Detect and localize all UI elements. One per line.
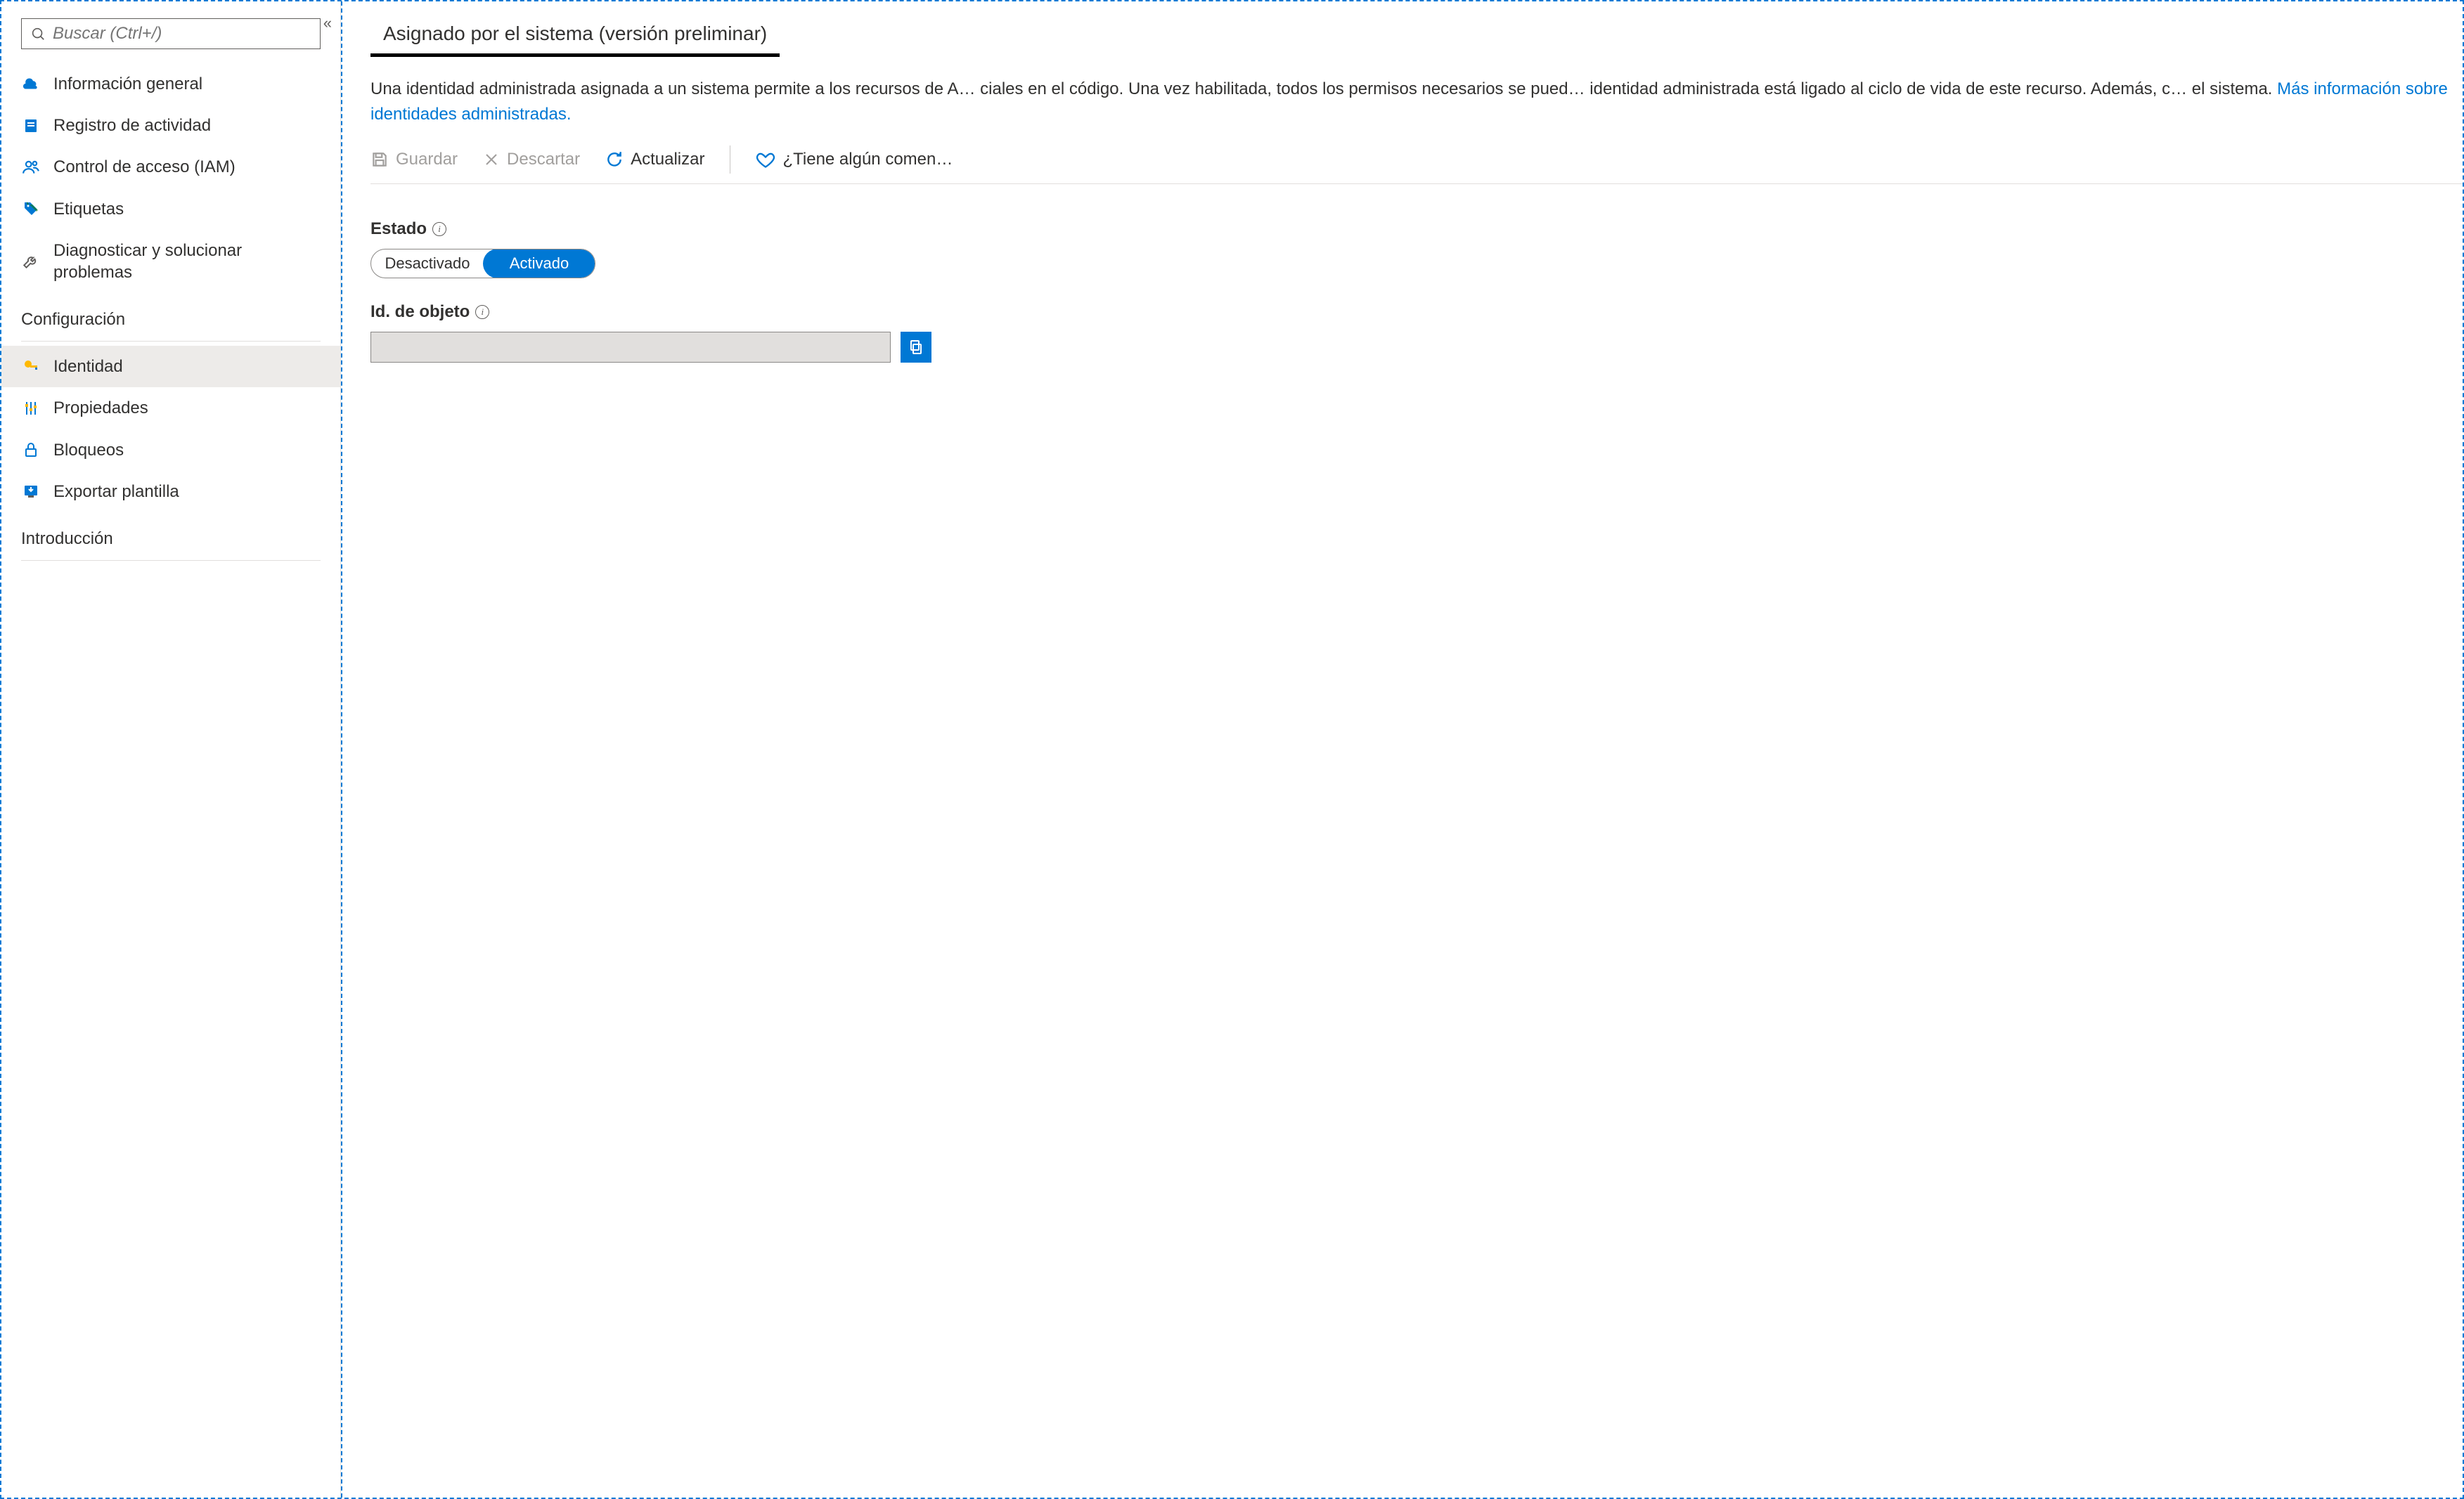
copy-icon <box>908 339 924 356</box>
sidebar-item-label: Registro de actividad <box>53 115 211 136</box>
discard-button[interactable]: Descartar <box>483 150 580 169</box>
main-content: Asignado por el sistema (versión prelimi… <box>341 1 2463 1498</box>
save-icon <box>370 150 389 169</box>
sidebar-item-label: Propiedades <box>53 397 148 419</box>
people-icon <box>21 157 41 177</box>
heart-icon <box>756 150 775 169</box>
object-id-label-text: Id. de objeto <box>370 302 470 322</box>
sidebar-item-label: Control de acceso (IAM) <box>53 156 236 178</box>
section-divider <box>21 560 321 561</box>
tab-system-assigned[interactable]: Asignado por el sistema (versión prelimi… <box>370 15 780 57</box>
object-id-input <box>370 332 891 363</box>
toolbar-label: Guardar <box>396 150 458 169</box>
info-icon[interactable]: i <box>432 222 446 236</box>
object-id-label: Id. de objeto i <box>370 302 2463 322</box>
section-header-config: Configuración <box>1 293 340 337</box>
search-input[interactable] <box>53 24 311 44</box>
info-icon[interactable]: i <box>475 305 489 319</box>
cloud-icon <box>21 74 41 94</box>
state-label-text: Estado <box>370 219 427 239</box>
feedback-button[interactable]: ¿Tiene algún comen… <box>756 150 953 169</box>
sidebar-item-label: Información general <box>53 73 202 95</box>
sliders-icon <box>21 398 41 418</box>
close-icon <box>483 151 500 168</box>
toolbar-label: Actualizar <box>631 150 704 169</box>
lock-icon <box>21 440 41 460</box>
sidebar-item-label: Identidad <box>53 356 123 377</box>
tags-icon <box>21 199 41 219</box>
wrench-icon <box>21 252 41 271</box>
log-icon <box>21 116 41 136</box>
sidebar-item-label: Diagnosticar y solucionar problemas <box>53 240 321 283</box>
section-header-intro: Introducción <box>1 512 340 556</box>
sidebar-item-access-control[interactable]: Control de acceso (IAM) <box>1 146 340 188</box>
sidebar-item-activity-log[interactable]: Registro de actividad <box>1 105 340 146</box>
refresh-button[interactable]: Actualizar <box>605 150 704 169</box>
sidebar-item-label: Exportar plantilla <box>53 481 179 502</box>
sidebar-item-export-template[interactable]: Exportar plantilla <box>1 471 340 512</box>
search-icon <box>30 26 46 41</box>
state-label: Estado i <box>370 219 2463 239</box>
sidebar: « Información general Registro de activi… <box>1 1 341 1498</box>
refresh-icon <box>605 150 624 169</box>
toolbar: Guardar Descartar Actualizar ¿Tiene algú… <box>370 145 2463 184</box>
toggle-off[interactable]: Desactivado <box>371 249 484 278</box>
toggle-on[interactable]: Activado <box>483 249 595 278</box>
tab-bar: Asignado por el sistema (versión prelimi… <box>370 15 2463 57</box>
sidebar-item-properties[interactable]: Propiedades <box>1 387 340 429</box>
sidebar-item-label: Etiquetas <box>53 198 124 220</box>
sidebar-item-diagnose[interactable]: Diagnosticar y solucionar problemas <box>1 230 340 293</box>
save-button[interactable]: Guardar <box>370 150 458 169</box>
collapse-sidebar-icon[interactable]: « <box>323 14 332 32</box>
toolbar-label: ¿Tiene algún comen… <box>782 150 953 169</box>
section-divider <box>21 341 321 342</box>
identity-description: Una identidad administrada asignada a un… <box>370 77 2463 127</box>
search-box[interactable] <box>21 18 321 49</box>
toolbar-label: Descartar <box>507 150 580 169</box>
description-text: Una identidad administrada asignada a un… <box>370 79 2277 98</box>
key-icon <box>21 357 41 377</box>
export-icon <box>21 481 41 501</box>
state-toggle[interactable]: Desactivado Activado <box>370 249 595 278</box>
sidebar-item-locks[interactable]: Bloqueos <box>1 429 340 471</box>
sidebar-item-identity[interactable]: Identidad <box>1 346 340 387</box>
copy-button[interactable] <box>901 332 931 363</box>
sidebar-item-label: Bloqueos <box>53 439 124 461</box>
sidebar-item-tags[interactable]: Etiquetas <box>1 188 340 230</box>
sidebar-item-overview[interactable]: Información general <box>1 63 340 105</box>
